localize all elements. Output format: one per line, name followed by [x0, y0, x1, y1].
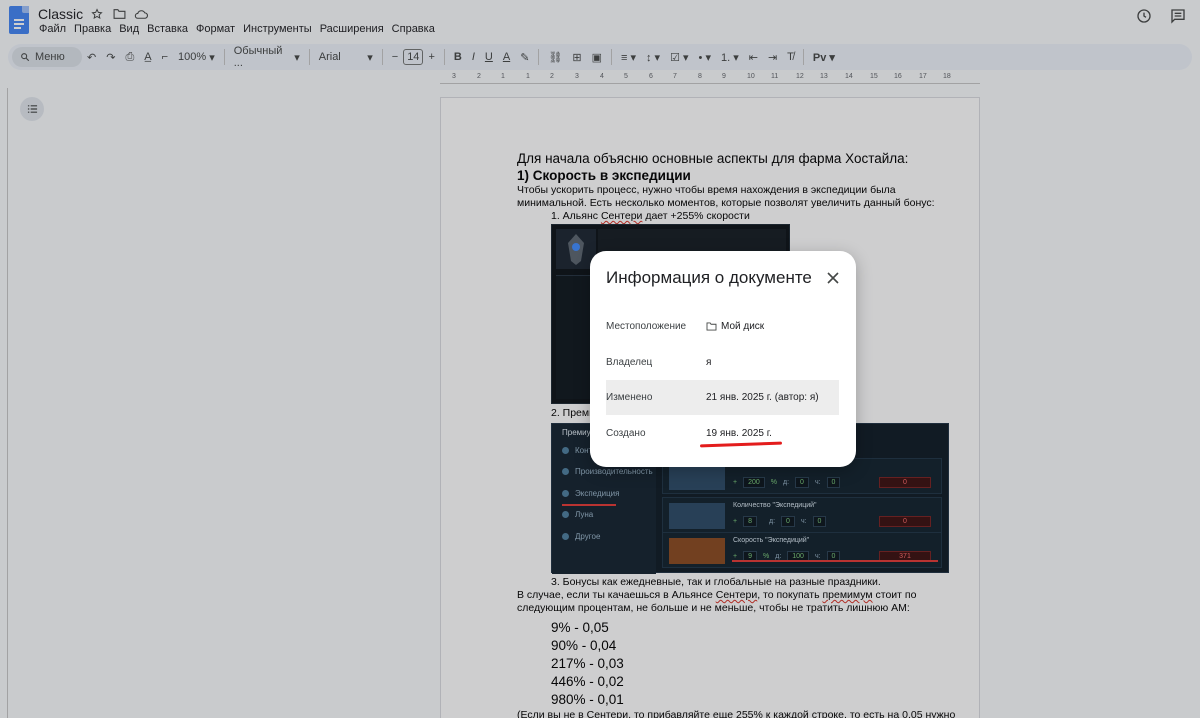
close-icon	[827, 272, 839, 284]
created-value: 19 янв. 2025 г.	[706, 428, 772, 439]
close-button[interactable]	[824, 269, 842, 287]
details-key: Местоположение	[606, 321, 687, 332]
details-key: Владелец	[606, 357, 653, 368]
details-row-modified: Изменено 21 янв. 2025 г. (автор: я)	[606, 380, 839, 415]
details-value[interactable]: Мой диск	[706, 321, 764, 332]
details-key: Создано	[606, 428, 646, 439]
dialog-title: Информация о документе	[606, 268, 812, 287]
location-value: Мой диск	[721, 321, 765, 332]
folder-icon	[706, 322, 717, 331]
modified-value: 21 янв. 2025 г. (автор: я)	[706, 392, 819, 403]
details-row-owner: Владелец я	[606, 345, 839, 380]
document-details-dialog: Информация о документе Местоположение Мо…	[590, 251, 856, 467]
details-row-location: Местоположение Мой диск	[606, 309, 839, 344]
details-key: Изменено	[606, 392, 653, 403]
owner-value: я	[706, 357, 712, 368]
